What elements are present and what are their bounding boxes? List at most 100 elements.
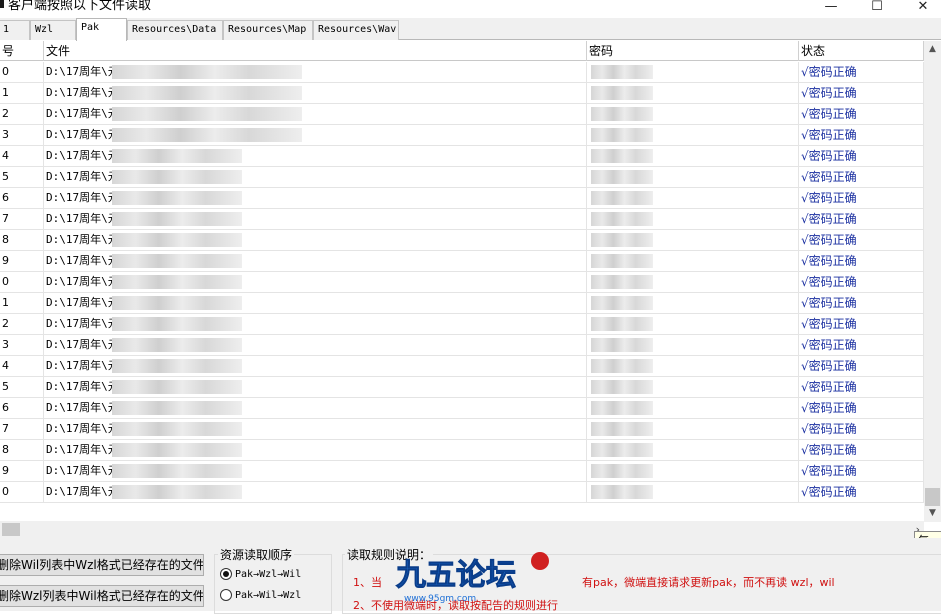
row-index: 1 bbox=[0, 293, 44, 314]
row-password bbox=[587, 209, 799, 230]
logo-seal-icon bbox=[531, 552, 549, 570]
table-row[interactable]: 0 D:\17周年\元 √密码正确 bbox=[0, 482, 924, 503]
table-row[interactable]: 7 D:\17周年\元 √密码正确 bbox=[0, 419, 924, 440]
row-index: 0 bbox=[0, 272, 44, 293]
row-index: 2 bbox=[0, 314, 44, 335]
maximize-button[interactable]: ☐ bbox=[854, 0, 900, 16]
table-row[interactable]: 3 D:\17周年\元 √密码正确 bbox=[0, 125, 924, 146]
redacted-password bbox=[591, 107, 653, 121]
row-file-path: D:\17周年\元 bbox=[46, 380, 119, 393]
table-row[interactable]: 3 D:\17周年\元 √密码正确 bbox=[0, 335, 924, 356]
order-option-pak-wil-wzl[interactable]: Pak→Wil→Wzl bbox=[220, 587, 301, 603]
row-file-path: D:\17周年\元 bbox=[46, 170, 119, 183]
file-table[interactable]: 号 文件 密码 状态 0 D:\17周年\元 √密码正确 1 D:\17周年\元 √密码正… bbox=[0, 41, 924, 507]
row-password bbox=[587, 461, 799, 482]
delete-wil-duplicates-button[interactable]: 删除Wil列表中Wzl格式已经存在的文件 bbox=[0, 554, 204, 576]
row-file-path: D:\17周年\元 bbox=[46, 296, 119, 309]
logo-url: www.95gm.com bbox=[404, 594, 476, 604]
row-password bbox=[587, 335, 799, 356]
row-index: 8 bbox=[0, 440, 44, 461]
row-status: √密码正确 bbox=[799, 335, 924, 356]
table-row[interactable]: 2 D:\17周年\元 √密码正确 bbox=[0, 314, 924, 335]
horizontal-scroll-thumb[interactable] bbox=[2, 523, 20, 536]
row-file: D:\17周年\元 bbox=[44, 62, 587, 83]
table-row[interactable]: 2 D:\17周年\元 √密码正确 bbox=[0, 104, 924, 125]
table-row[interactable]: 4 D:\17周年\元 √密码正确 bbox=[0, 146, 924, 167]
redacted-file-path bbox=[112, 191, 242, 205]
radio-unselected-icon[interactable] bbox=[220, 589, 232, 601]
row-status: √密码正确 bbox=[799, 188, 924, 209]
tab-pak[interactable]: Pak bbox=[76, 18, 127, 41]
table-row[interactable]: 5 D:\17周年\元 √密码正确 bbox=[0, 167, 924, 188]
redacted-password bbox=[591, 317, 653, 331]
row-password bbox=[587, 62, 799, 83]
row-index: 7 bbox=[0, 419, 44, 440]
column-header-index[interactable]: 号 bbox=[0, 41, 44, 61]
tab-wzl[interactable]: Wzl bbox=[30, 20, 76, 40]
radio-selected-icon[interactable] bbox=[220, 568, 232, 580]
table-row[interactable]: 6 D:\17周年\元 √密码正确 bbox=[0, 398, 924, 419]
row-file-path: D:\17周年\元 bbox=[46, 233, 119, 246]
redacted-file-path bbox=[112, 128, 302, 142]
table-row[interactable]: 9 D:\17周年\元 √密码正确 bbox=[0, 461, 924, 482]
vertical-scroll-thumb[interactable] bbox=[925, 488, 940, 506]
row-password bbox=[587, 293, 799, 314]
scroll-down-icon[interactable]: ▼ bbox=[924, 505, 941, 522]
order-option-pak-wzl-wil[interactable]: Pak→Wzl→Wil bbox=[220, 566, 301, 582]
table-row[interactable]: 0 D:\17周年\元 √密码正确 bbox=[0, 62, 924, 83]
column-header-status[interactable]: 状态 bbox=[799, 41, 924, 61]
row-file-path: D:\17周年\元 bbox=[46, 401, 119, 414]
redacted-password bbox=[591, 443, 653, 457]
row-file-path: D:\17周年\元 bbox=[46, 485, 119, 498]
table-row[interactable]: 4 D:\17周年\元 √密码正确 bbox=[0, 356, 924, 377]
logo-text: 九五论坛 bbox=[396, 558, 516, 593]
table-row[interactable]: 7 D:\17周年\元 √密码正确 bbox=[0, 209, 924, 230]
forum-logo: 九五论坛 www.95gm.com bbox=[392, 549, 552, 605]
row-password bbox=[587, 167, 799, 188]
redacted-file-path bbox=[112, 422, 242, 436]
row-password bbox=[587, 314, 799, 335]
row-status: √密码正确 bbox=[799, 293, 924, 314]
close-button[interactable]: ✕ bbox=[900, 0, 941, 16]
minimize-button[interactable]: — bbox=[808, 0, 854, 16]
table-row[interactable]: 8 D:\17周年\元 √密码正确 bbox=[0, 440, 924, 461]
table-row[interactable]: 5 D:\17周年\元 √密码正确 bbox=[0, 377, 924, 398]
table-row[interactable]: 1 D:\17周年\元 √密码正确 bbox=[0, 83, 924, 104]
redacted-password bbox=[591, 296, 653, 310]
scroll-up-icon[interactable]: ▲ bbox=[924, 41, 941, 58]
tab-1[interactable]: 1 bbox=[0, 20, 30, 40]
redacted-file-path bbox=[112, 275, 242, 289]
table-row[interactable]: 9 D:\17周年\元 √密码正确 bbox=[0, 251, 924, 272]
tab-resources-wav[interactable]: Resources\Wav bbox=[313, 20, 399, 40]
row-password bbox=[587, 230, 799, 251]
row-status: √密码正确 bbox=[799, 167, 924, 188]
table-row[interactable]: 1 D:\17周年\元 √密码正确 bbox=[0, 293, 924, 314]
redacted-file-path bbox=[112, 149, 242, 163]
row-password bbox=[587, 272, 799, 293]
row-file-path: D:\17周年\元 bbox=[46, 443, 119, 456]
table-row[interactable]: 0 D:\17周年\元 √密码正确 bbox=[0, 272, 924, 293]
row-index: 9 bbox=[0, 251, 44, 272]
column-header-file[interactable]: 文件 bbox=[44, 41, 587, 61]
row-file: D:\17周年\元 bbox=[44, 419, 587, 440]
row-password bbox=[587, 377, 799, 398]
row-file: D:\17周年\元 bbox=[44, 293, 587, 314]
vertical-scrollbar[interactable]: ▲ ▼ bbox=[924, 41, 941, 522]
tab-resources-map[interactable]: Resources\Map bbox=[223, 20, 313, 40]
row-file-path: D:\17周年\元 bbox=[46, 212, 119, 225]
redacted-password bbox=[591, 212, 653, 226]
tab-resources-data[interactable]: Resources\Data bbox=[127, 20, 223, 40]
row-index: 5 bbox=[0, 377, 44, 398]
table-row[interactable]: 6 D:\17周年\元 √密码正确 bbox=[0, 188, 924, 209]
table-row[interactable]: 8 D:\17周年\元 √密码正确 bbox=[0, 230, 924, 251]
redacted-password bbox=[591, 485, 653, 499]
delete-wzl-duplicates-button[interactable]: 删除Wzl列表中Wil格式已经存在的文件 bbox=[0, 585, 204, 607]
row-file: D:\17周年\元 bbox=[44, 482, 587, 503]
column-header-password[interactable]: 密码 bbox=[587, 41, 799, 61]
row-password bbox=[587, 356, 799, 377]
redacted-password bbox=[591, 401, 653, 415]
read-order-label: 资源读取顺序 bbox=[218, 546, 295, 563]
redacted-file-path bbox=[112, 359, 242, 373]
horizontal-scrollbar[interactable]: › bbox=[0, 521, 924, 538]
row-file: D:\17周年\元 bbox=[44, 83, 587, 104]
